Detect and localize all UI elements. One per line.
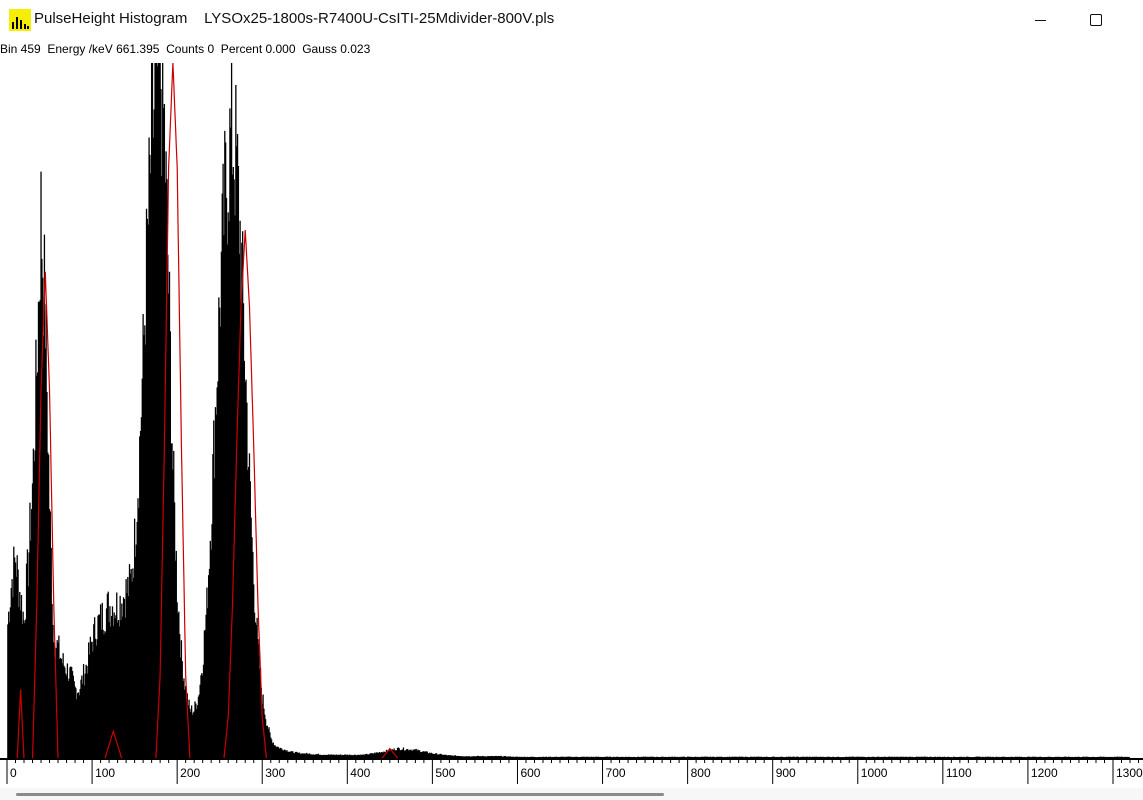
histogram-app-icon	[9, 9, 31, 31]
maximize-icon	[1090, 14, 1102, 26]
maximize-button[interactable]	[1073, 0, 1119, 40]
x-tick-label: 400	[350, 766, 370, 780]
x-tick-label: 900	[776, 766, 796, 780]
minimize-button[interactable]	[1017, 0, 1063, 40]
x-tick-label: 600	[520, 766, 540, 780]
x-tick-label: 700	[606, 766, 626, 780]
x-tick-label: 800	[691, 766, 711, 780]
x-tick-label: 1200	[1031, 766, 1058, 780]
horizontal-scrollbar[interactable]	[0, 788, 1143, 800]
x-tick-label: 500	[435, 766, 455, 780]
x-tick-label: 0	[10, 766, 17, 780]
x-tick-label: 100	[95, 766, 115, 780]
x-tick-label: 1100	[946, 766, 972, 780]
x-tick-label: 1000	[861, 766, 888, 780]
minimize-icon	[1034, 19, 1046, 21]
window-title: PulseHeight Histogram LYSOx25-1800s-R740…	[34, 10, 554, 27]
app-name: PulseHeight Histogram	[34, 10, 188, 27]
x-tick-label: 300	[265, 766, 285, 780]
histogram-chart[interactable]: 0 100 200 300 400 500 600 700 800 900 1000 1100 1200…	[0, 58, 1143, 800]
file-name: LYSOx25-1800s-R7400U-CsITI-25Mdivider-80…	[204, 10, 555, 27]
scrollbar-thumb[interactable]	[16, 793, 664, 796]
x-tick-label: 200	[180, 766, 200, 780]
x-tick-label: 1300	[1116, 766, 1143, 780]
title-bar: PulseHeight Histogram LYSOx25-1800s-R740…	[0, 0, 1143, 40]
histogram-plot[interactable]: 0 100 200 300 400 500 600 700 800 900 1000 1100 1200…	[0, 58, 1143, 800]
